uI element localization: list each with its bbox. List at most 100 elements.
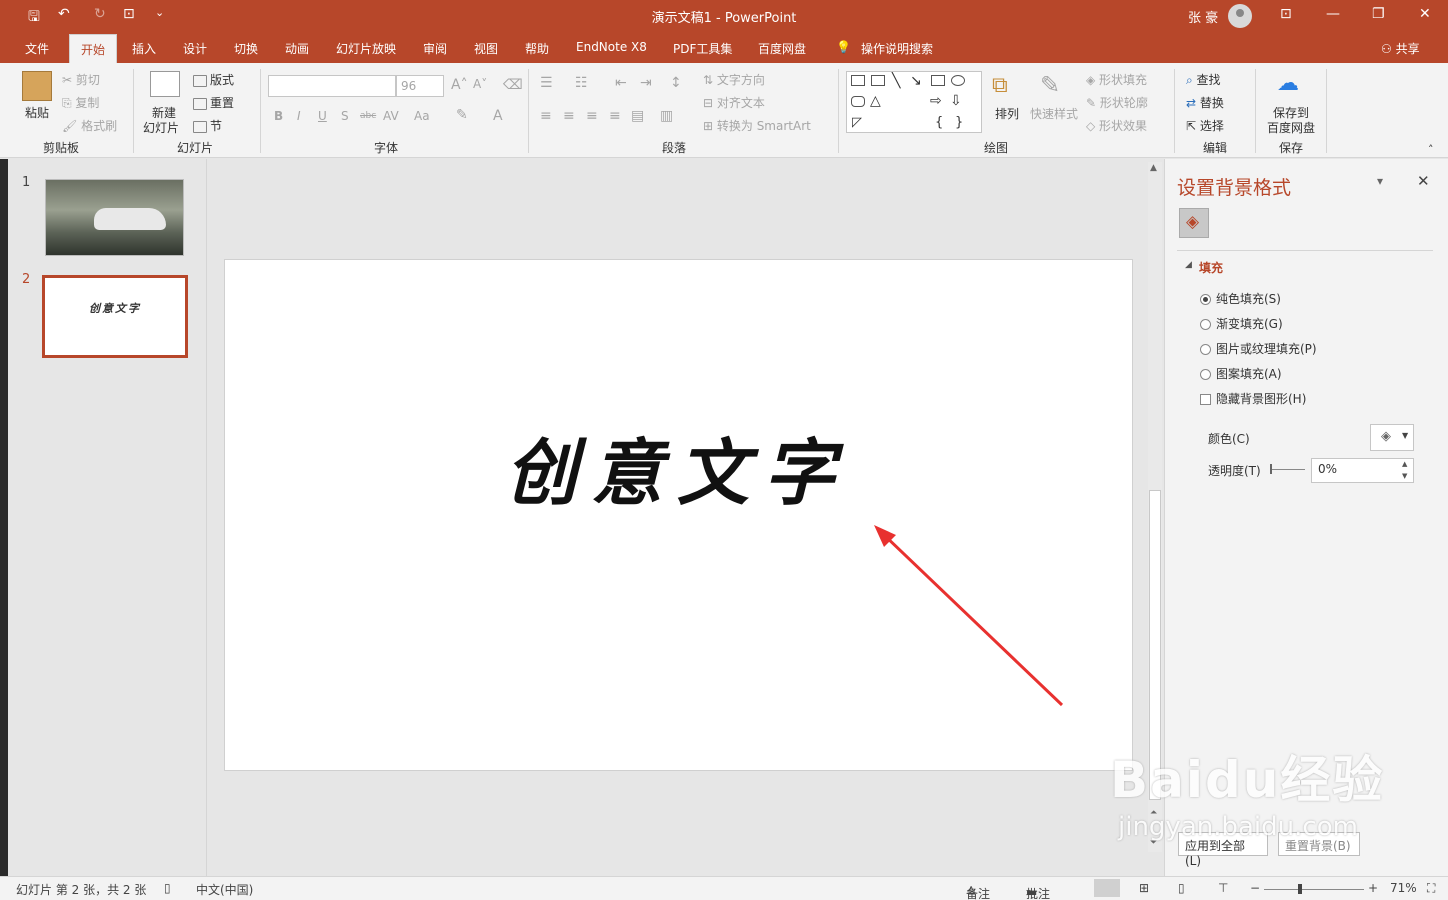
spin-down-icon[interactable]: ▼ (1402, 472, 1407, 480)
baidu-cloud-icon[interactable]: ☁ (1277, 71, 1299, 96)
paste-button[interactable]: 粘贴 (25, 104, 49, 121)
tab-endnote[interactable]: EndNote X8 (576, 40, 647, 54)
line-spacing-icon[interactable]: ↕ (670, 75, 682, 91)
bold-button[interactable]: B (274, 109, 283, 123)
oval-shape-icon[interactable] (951, 75, 965, 86)
arrow-down-shape-icon[interactable]: ⇩ (950, 93, 962, 109)
normal-view-icon[interactable] (1094, 879, 1120, 897)
picture-fill-option[interactable]: 图片或纹理填充(P) (1200, 340, 1317, 357)
close-pane-icon[interactable]: ✕ (1417, 172, 1430, 190)
font-color-button[interactable]: A (493, 108, 503, 124)
highlight-icon[interactable]: ✎ (456, 107, 468, 123)
zoom-slider[interactable] (1264, 889, 1364, 890)
char-spacing-button[interactable]: AV (383, 109, 399, 123)
tab-view[interactable]: 视图 (474, 40, 498, 57)
tab-baidu[interactable]: 百度网盘 (758, 40, 806, 57)
font-name-combo[interactable] (268, 75, 396, 97)
find-button[interactable]: ⌕ 查找 (1186, 71, 1221, 88)
select-button[interactable]: ⇱ 选择 (1186, 117, 1224, 134)
underline-button[interactable]: U (318, 109, 327, 123)
align-text-button[interactable]: ⊟ 对齐文本 (703, 94, 765, 111)
zoom-in-button[interactable]: + (1368, 881, 1378, 895)
format-painter-button[interactable]: 🖌 格式刷 (62, 117, 117, 134)
brace-left-shape-icon[interactable]: { (935, 115, 943, 130)
share-button[interactable]: ⚇ 共享 (1381, 40, 1420, 57)
slide-thumbnail-1[interactable] (45, 179, 184, 256)
new-slide-button-2[interactable]: 幻灯片 (143, 119, 179, 136)
clear-format-icon[interactable]: ⌫ (503, 77, 523, 93)
user-name[interactable]: 张 豪 (1188, 7, 1218, 26)
language-indicator[interactable]: 中文(中国) (196, 881, 253, 898)
brace-right-shape-icon[interactable]: } (955, 115, 963, 130)
slide-sorter-icon[interactable]: ⊞ (1139, 881, 1149, 895)
tab-design[interactable]: 设计 (183, 40, 207, 57)
freeform-shape-icon[interactable]: ◸ (852, 115, 862, 130)
grow-font-icon[interactable]: A˄ (451, 77, 468, 93)
slider-handle[interactable] (1270, 464, 1272, 474)
tab-file[interactable]: 文件 (25, 40, 49, 57)
zoom-level[interactable]: 71% (1390, 881, 1417, 895)
arrow-right-shape-icon[interactable]: ⇨ (930, 93, 942, 109)
shape-outline-button[interactable]: ✎ 形状轮廓 (1086, 94, 1148, 111)
color-picker-button[interactable]: ◈ ▼ (1370, 424, 1414, 451)
bullets-icon[interactable]: ☰ (540, 75, 553, 91)
triangle-shape-icon[interactable]: △ (870, 93, 881, 109)
scroll-up-icon[interactable]: ▲ (1150, 163, 1157, 173)
align-right-icon[interactable]: ≡ (586, 108, 598, 124)
spin-up-icon[interactable]: ▲ (1402, 460, 1407, 468)
rounded-rect-shape-icon[interactable] (851, 96, 865, 107)
justify-icon[interactable]: ≡ (609, 108, 621, 124)
text-direction-button[interactable]: ⇅ 文字方向 (703, 71, 765, 88)
shape-effects-button[interactable]: ◇ 形状效果 (1086, 117, 1147, 134)
tab-pdf[interactable]: PDF工具集 (673, 40, 732, 57)
tab-help[interactable]: 帮助 (525, 40, 549, 57)
tab-review[interactable]: 审阅 (423, 40, 447, 57)
reading-view-icon[interactable]: ▯ (1178, 881, 1185, 895)
tab-home[interactable]: 开始 (69, 34, 117, 64)
tab-animations[interactable]: 动画 (285, 40, 309, 57)
arrange-icon[interactable]: ⧉ (992, 73, 1008, 98)
arrow-line-shape-icon[interactable]: ↘ (910, 73, 922, 89)
transparency-slider[interactable] (1271, 469, 1305, 470)
section-button[interactable]: 节 (193, 117, 222, 134)
pattern-fill-option[interactable]: 图案填充(A) (1200, 365, 1282, 382)
collapse-fill-icon[interactable]: ◢ (1185, 260, 1192, 270)
avatar[interactable] (1228, 4, 1252, 28)
fill-category-button[interactable]: ◈ (1179, 208, 1209, 238)
align-left-icon[interactable]: ≡ (540, 108, 552, 124)
fill-section-header[interactable]: 填充 (1199, 259, 1223, 276)
italic-button[interactable]: I (297, 109, 301, 123)
close-button[interactable]: ✕ (1419, 6, 1431, 22)
spellcheck-icon[interactable]: ▯ (164, 881, 171, 895)
pane-options-icon[interactable]: ▾ (1377, 174, 1383, 188)
slideshow-icon[interactable]: ⊤ (1218, 881, 1228, 895)
zoom-out-button[interactable]: − (1250, 881, 1260, 895)
fit-slide-icon[interactable]: ⛶ (1427, 881, 1435, 896)
replace-button[interactable]: ⇄ 替换 (1186, 94, 1224, 111)
decrease-indent-icon[interactable]: ⇤ (615, 75, 627, 91)
tell-me-search[interactable]: 操作说明搜索 (861, 40, 933, 57)
rectangle-shape-icon[interactable] (931, 75, 945, 86)
gradient-fill-option[interactable]: 渐变填充(G) (1200, 315, 1283, 332)
columns-icon[interactable]: ▥ (660, 108, 673, 124)
numbering-icon[interactable]: ☷ (575, 75, 588, 91)
increase-indent-icon[interactable]: ⇥ (640, 75, 652, 91)
layout-button[interactable]: 版式 (193, 71, 234, 88)
arrange-button[interactable]: 排列 (995, 105, 1019, 122)
vertical-textbox-shape-icon[interactable] (871, 75, 885, 86)
solid-fill-option[interactable]: 纯色填充(S) (1200, 290, 1281, 307)
paste-icon[interactable] (22, 71, 52, 101)
change-case-button[interactable]: Aa (414, 109, 430, 123)
smartart-button[interactable]: ⊞ 转换为 SmartArt (703, 117, 811, 134)
hide-background-checkbox[interactable]: 隐藏背景图形(H) (1200, 390, 1306, 407)
line-shape-icon[interactable]: ╲ (892, 73, 900, 89)
transparency-input[interactable]: 0% (1311, 458, 1414, 483)
tab-insert[interactable]: 插入 (132, 40, 156, 57)
font-size-combo[interactable]: 96 (396, 75, 444, 97)
save-baidu-button[interactable]: 百度网盘 (1267, 119, 1315, 136)
shrink-font-icon[interactable]: A˅ (473, 77, 487, 91)
quick-styles-icon[interactable]: ✎ (1040, 71, 1060, 99)
tab-slideshow[interactable]: 幻灯片放映 (336, 40, 396, 57)
slide-thumbnail-2[interactable]: 创意文字 (42, 275, 188, 358)
textbox-shape-icon[interactable] (851, 75, 865, 86)
